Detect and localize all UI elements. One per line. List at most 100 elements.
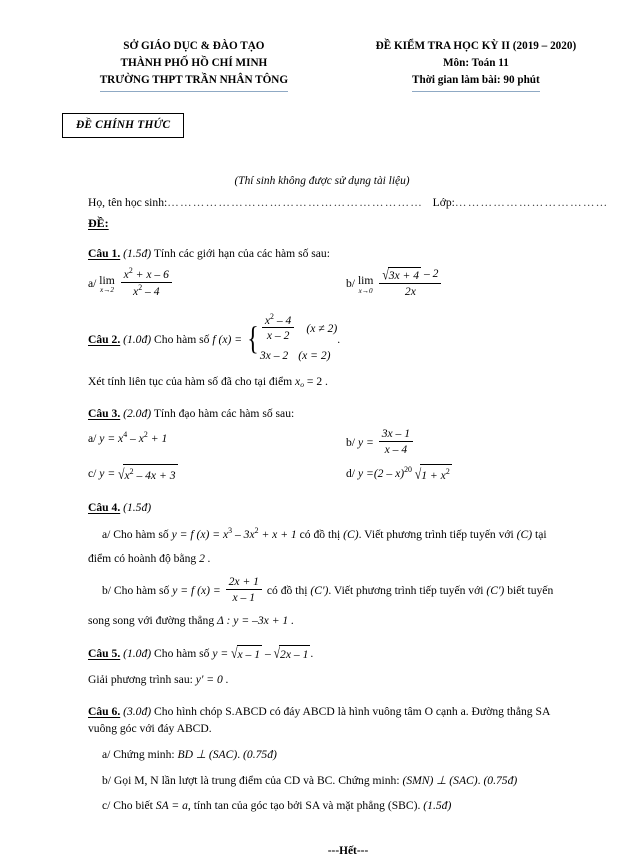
question-4b-text-4: biết tuyến [507, 584, 554, 598]
piecewise-function: { x2 – 4 x – 2 (x ≠ 2) 3x – 2 (x = 2) [245, 311, 338, 365]
question-2-x0: xo [295, 375, 305, 390]
question-3d-label: d/ [346, 466, 356, 480]
fraction-case-1-denominator: x – 2 [261, 327, 295, 342]
fraction-1b-numerator: √3x + 4 – 2 [382, 266, 439, 284]
question-4b-function: y = f (x) = [172, 584, 221, 598]
exam-duration-text: Thời gian làm bài: 90 phút [412, 72, 540, 93]
sqrt-1b: √3x + 4 [382, 266, 422, 284]
fraction-1a-denominator: x2 – 4 [120, 281, 172, 298]
question-2-line2-text: Xét tính liên tục của hàm số đã cho tại … [88, 375, 293, 389]
question-4: Câu 4. (1.5đ) a/ Cho hàm số y = f (x) = … [88, 500, 608, 630]
fraction-case-1-numerator: x2 – 4 [264, 311, 292, 327]
question-4a-text-4: tại [535, 528, 547, 542]
question-4a-curve-2: (C) [516, 528, 533, 542]
question-6c: c/ Cho biết SA = a, tính tan của góc tạo… [88, 798, 608, 815]
question-1-parts: a/ lim x→2 x2 + x – 6 x2 – 4 b/ lim x→0 [88, 266, 608, 300]
question-5-y: y = [212, 646, 229, 660]
piecewise-case-2: 3x – 2 (x = 2) [260, 348, 337, 365]
sqrt-5-second: √2x – 1 [274, 644, 311, 664]
question-6-prompt-line-2: vuông góc với đáy ABCD. [88, 722, 212, 736]
question-6b-expression: (SMN) ⊥ (SAC) [402, 773, 478, 787]
question-3c: c/ y = √x2 – 4x + 3 [88, 464, 346, 485]
limit-operator-1b: lim x→0 [357, 274, 374, 295]
piecewise-cond-2: (x = 2) [298, 349, 331, 363]
question-3b-y: y = [357, 436, 374, 450]
question-6b-text: b/ Gọi M, N lần lượt là trung điểm của C… [102, 773, 400, 787]
department-line-1: SỞ GIÁO DỤC & ĐÀO TẠO [123, 40, 265, 52]
piecewise-cases: x2 – 4 x – 2 (x ≠ 2) 3x – 2 (x = 2) [260, 311, 338, 365]
question-2-prompt: Cho hàm số [154, 332, 210, 346]
department-line-2: THÀNH PHỐ HỒ CHÍ MINH [120, 57, 268, 70]
question-5-dot: . [310, 646, 314, 660]
question-1-points: (1.5đ) [123, 247, 152, 261]
question-3a-label: a/ [88, 431, 97, 445]
question-2-line2: Xét tính liên tục của hàm số đã cho tại … [88, 374, 608, 391]
exam-duration: Thời gian làm bài: 90 phút [342, 72, 610, 93]
question-1-prompt: Tính các giới hạn của các hàm số sau: [153, 247, 330, 261]
question-4b-line2: song song với đường thẳng Δ : y = –3x + … [88, 613, 608, 630]
question-4-points: (1.5đ) [123, 500, 152, 514]
question-3d-exponent: 20 [404, 465, 412, 475]
question-6c-expression: SA = a [155, 799, 188, 813]
fraction-1b: √3x + 4 – 2 2x [379, 266, 442, 298]
fraction-case-1: x2 – 4 x – 2 [261, 311, 295, 342]
exam-subject: Môn: Toán 11 [442, 57, 509, 70]
sqrt-3d: √1 + x2 [415, 464, 452, 485]
question-5-line2: Giải phương trình sau: y' = 0 . [88, 672, 608, 689]
school-header-block: SỞ GIÁO DỤC & ĐÀO TẠO THÀNH PHỐ HỒ CHÍ M… [46, 38, 342, 93]
question-4a-function: y = f (x) = x3 – 3x2 + x + 1 [171, 526, 297, 542]
question-3-points: (2.0đ) [123, 407, 152, 421]
fraction-4b: 2x + 1 x – 1 [225, 575, 262, 604]
question-5: Câu 5. (1.0đ) Cho hàm số y = √x – 1 – √2… [88, 644, 608, 690]
fraction-1a: x2 + x – 6 x2 – 4 [120, 266, 172, 298]
question-2-dot: . [337, 332, 341, 346]
question-6-points: (3.0đ) [123, 705, 152, 719]
question-3d-base: (2 – x) [373, 466, 405, 480]
question-2-points: (1.0đ) [123, 332, 152, 346]
question-4a-line2-text: điểm có hoành độ bằng [88, 552, 197, 566]
piecewise-case-1: x2 – 4 x – 2 (x ≠ 2) [260, 311, 338, 344]
question-3-prompt: Tính đạo hàm các hàm số sau: [153, 407, 295, 421]
document-header: SỞ GIÁO DỤC & ĐÀO TẠO THÀNH PHỐ HỒ CHÍ M… [0, 0, 644, 93]
question-3d-y: y = [357, 466, 374, 480]
student-name-label: Họ, tên học sinh: [88, 196, 168, 210]
question-5-prompt: Cho hàm số [154, 646, 210, 660]
document-footer: ---Hết--- [327, 845, 369, 858]
question-3-row-ab: a/ y = x4 – x2 + 1 b/ y = 3x – 1 x – 4 [88, 427, 608, 458]
question-5-minus: – [264, 646, 271, 660]
question-5-points: (1.0đ) [123, 646, 152, 660]
piecewise-brace: { [247, 320, 259, 357]
question-2: Câu 2. (1.0đ) Cho hàm số f (x) = { x2 – … [88, 311, 608, 391]
question-6a-dot: . [237, 747, 241, 761]
fraction-3b-numerator: 3x – 1 [381, 427, 411, 441]
question-1b-label: b/ [346, 276, 356, 290]
question-6a-text: a/ Chứng minh: [102, 747, 175, 761]
exam-page: SỞ GIÁO DỤC & ĐÀO TẠO THÀNH PHỐ HỒ CHÍ M… [0, 0, 644, 857]
student-info-line: Họ, tên học sinh: …………………………………………………… L… [0, 196, 644, 209]
question-6-prompt-line-1: Cho hình chóp S.ABCD có đáy ABCD là hình… [154, 705, 551, 719]
student-class-dots[interactable]: ……………………………… [455, 196, 614, 209]
sqrt-5-first: √x – 1 [231, 644, 263, 664]
question-4a-line2: điểm có hoành độ bằng 2 . [88, 551, 608, 568]
question-5-title: Câu 5. [88, 646, 121, 660]
question-2-x0-value: = 2 . [306, 375, 328, 389]
piecewise-cond-1: (x ≠ 2) [306, 321, 338, 335]
question-6c-text-2: , tính tan của góc tạo bởi SA và mặt phẳ… [187, 799, 421, 813]
official-stamp-wrap: ĐỀ CHÍNH THỨC [0, 113, 644, 139]
piecewise-expr-2: 3x – 2 [259, 349, 289, 363]
question-3: Câu 3. (2.0đ) Tính đạo hàm các hàm số sa… [88, 406, 608, 484]
question-2-title: Câu 2. [88, 332, 121, 346]
question-4b-delta: Δ : y = –3x + 1 . [217, 613, 295, 627]
question-4a-text-2: có đồ thị [299, 528, 341, 542]
question-1a-label: a/ [88, 276, 97, 290]
de-label: ĐỀ: [88, 216, 109, 231]
question-3-row-cd: c/ y = √x2 – 4x + 3 d/ y =(2 – x)20 √1 +… [88, 464, 608, 485]
exam-title: ĐỀ KIỂM TRA HỌC KỲ II (2019 – 2020) [375, 40, 577, 52]
question-6c-points: (1.5đ) [423, 799, 452, 813]
question-4-head: Câu 4. (1.5đ) [88, 500, 608, 517]
question-4a-text-3: . Viết phương trình tiếp tuyến với [358, 528, 514, 542]
official-stamp-box: ĐỀ CHÍNH THỨC [62, 113, 185, 139]
student-name-dots[interactable]: …………………………………………………… [167, 196, 428, 209]
question-4b-line2-text: song song với đường thẳng [88, 613, 215, 627]
question-4a-text-1: a/ Cho hàm số [102, 528, 169, 542]
